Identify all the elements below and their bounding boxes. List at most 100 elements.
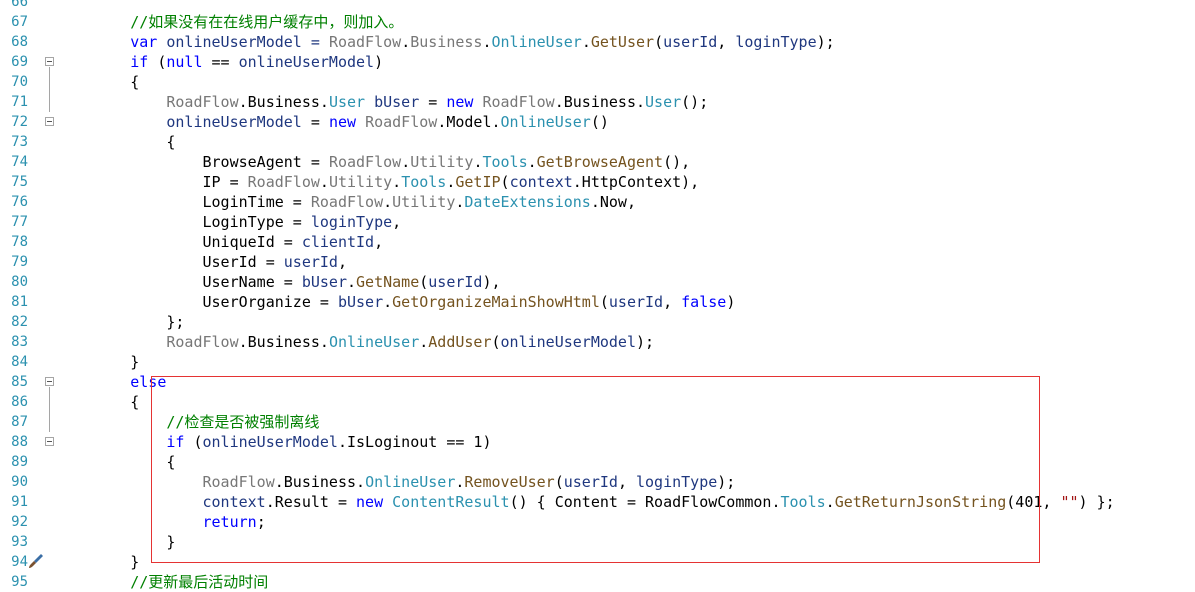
line-number: 82 <box>11 314 28 330</box>
collapse-region-icon[interactable] <box>45 117 54 126</box>
code-token: } <box>58 553 140 571</box>
code-token: false <box>681 293 727 311</box>
code-token: RoadFlow <box>166 93 239 111</box>
code-line[interactable]: 93 } <box>0 532 1195 552</box>
code-line[interactable]: 71 RoadFlow.Business.User bUser = new Ro… <box>0 92 1195 112</box>
code-line[interactable]: 83 RoadFlow.Business.OnlineUser.AddUser(… <box>0 332 1195 352</box>
code-token: . <box>392 173 402 191</box>
code-token: User <box>645 93 682 111</box>
code-line[interactable]: 84 } <box>0 352 1195 372</box>
code-line[interactable]: 82 }; <box>0 312 1195 332</box>
line-number: 74 <box>11 154 28 170</box>
code-token: () { Content = RoadFlowCommon. <box>509 493 781 511</box>
code-line[interactable]: 76 LoginTime = RoadFlow.Utility.DateExte… <box>0 192 1195 212</box>
code-token: Tools <box>482 153 528 171</box>
code-text: LoginType = loginType, <box>58 212 401 232</box>
code-text: } <box>58 532 175 552</box>
code-line[interactable]: 89 { <box>0 452 1195 472</box>
code-token: onlineUserModel <box>238 53 375 71</box>
code-token: } <box>58 353 140 371</box>
code-token: else <box>130 373 167 391</box>
fold-guide-line <box>49 67 50 112</box>
code-line[interactable]: 94 } <box>0 552 1195 572</box>
collapse-region-icon[interactable] <box>45 437 54 446</box>
code-token: , <box>392 213 402 231</box>
line-number: 72 <box>11 114 28 130</box>
code-line[interactable]: 77 LoginType = loginType, <box>0 212 1195 232</box>
code-token: = <box>301 113 329 131</box>
code-token: (); <box>681 93 709 111</box>
code-token: var <box>130 33 158 51</box>
code-line[interactable]: 74 BrowseAgent = RoadFlow.Utility.Tools.… <box>0 152 1195 172</box>
code-line[interactable]: 81 UserOrganize = bUser.GetOrganizeMainS… <box>0 292 1195 312</box>
code-line[interactable]: 87 //检查是否被强制离线 <box>0 412 1195 432</box>
code-text: UserName = bUser.GetName(userId), <box>58 272 501 292</box>
code-token: { <box>58 393 140 411</box>
code-token: ( <box>419 273 429 291</box>
code-token: , <box>337 253 347 271</box>
code-token: . <box>825 493 835 511</box>
collapse-region-icon[interactable] <box>45 377 54 386</box>
code-token: if <box>166 433 185 451</box>
code-line[interactable]: 72 onlineUserModel = new RoadFlow.Model.… <box>0 112 1195 132</box>
code-line[interactable]: 70 { <box>0 72 1195 92</box>
code-token: , <box>717 33 736 51</box>
code-token: (), <box>663 153 691 171</box>
code-token: RoadFlow <box>247 173 320 191</box>
code-token: UserName = <box>58 273 302 291</box>
code-token: . <box>347 273 357 291</box>
code-line[interactable]: 95 //更新最后活动时间 <box>0 572 1195 592</box>
code-line[interactable]: 80 UserName = bUser.GetName(userId), <box>0 272 1195 292</box>
code-text: context.Result = new ContentResult() { C… <box>58 492 1115 512</box>
line-number: 83 <box>11 334 28 350</box>
code-line[interactable]: 68 var onlineUserModel = RoadFlow.Busine… <box>0 32 1195 52</box>
code-token: ( <box>184 433 203 451</box>
line-number: 91 <box>11 494 28 510</box>
code-token: ContentResult <box>392 493 510 511</box>
line-number: 79 <box>11 254 28 270</box>
code-token: ), <box>482 273 501 291</box>
code-line[interactable]: 88 if (onlineUserModel.IsLoginout == 1) <box>0 432 1195 452</box>
code-token: ) }; <box>1078 493 1115 511</box>
code-line[interactable]: 79 UserId = userId, <box>0 252 1195 272</box>
code-token: clientId <box>301 233 375 251</box>
code-token: ) <box>726 293 736 311</box>
code-line[interactable]: 91 context.Result = new ContentResult() … <box>0 492 1195 512</box>
code-text: var onlineUserModel = RoadFlow.Business.… <box>58 32 834 52</box>
collapse-region-icon[interactable] <box>45 57 54 66</box>
code-line[interactable]: 78 UniqueId = clientId, <box>0 232 1195 252</box>
line-number: 71 <box>11 94 28 110</box>
code-token: LoginType = <box>58 213 311 231</box>
code-line[interactable]: 86 { <box>0 392 1195 412</box>
code-token: ) <box>374 53 384 71</box>
code-token: (401, <box>1006 493 1061 511</box>
code-token: Utility <box>410 153 474 171</box>
code-line[interactable]: 66 <box>0 0 1195 12</box>
code-token: ; <box>256 513 266 531</box>
paintbrush-icon[interactable] <box>28 553 44 569</box>
code-line[interactable]: 69 if (null == onlineUserModel) <box>0 52 1195 72</box>
code-line[interactable]: 73 { <box>0 132 1195 152</box>
code-token: context <box>202 493 266 511</box>
code-token: return <box>202 513 257 531</box>
line-number: 86 <box>11 394 28 410</box>
code-editor[interactable]: 66 67 //如果没有在在线用户缓存中，则加入。 68 var onlineUse… <box>0 0 1195 591</box>
code-token: GetIP <box>455 173 501 191</box>
code-line[interactable]: 75 IP = RoadFlow.Utility.Tools.GetIP(con… <box>0 172 1195 192</box>
code-token: , <box>617 473 636 491</box>
code-line[interactable]: 67 //如果没有在在线用户缓存中，则加入。 <box>0 12 1195 32</box>
code-token: loginType <box>735 33 817 51</box>
code-line[interactable]: 85 else <box>0 372 1195 392</box>
code-line[interactable]: 90 RoadFlow.Business.OnlineUser.RemoveUs… <box>0 472 1195 492</box>
code-line[interactable]: 92 return; <box>0 512 1195 532</box>
line-number: 77 <box>11 214 28 230</box>
